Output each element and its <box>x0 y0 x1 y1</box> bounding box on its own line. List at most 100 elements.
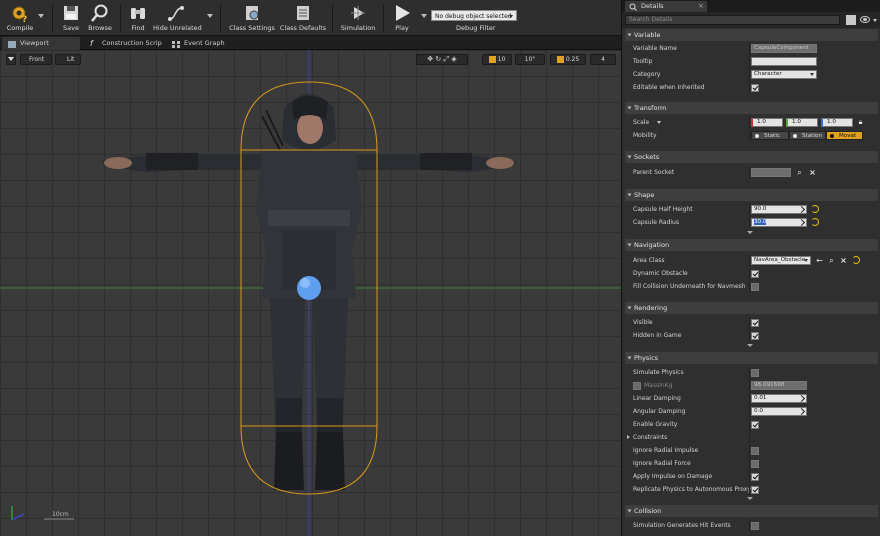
mass-field[interactable]: 98.091698 <box>751 381 807 390</box>
mobility-stationary-label: Station <box>802 133 822 139</box>
visible-checkbox[interactable] <box>751 319 759 327</box>
scale-x-field[interactable]: 1.0 <box>751 118 783 127</box>
viewport-options-button[interactable] <box>6 54 16 65</box>
class-settings-button[interactable]: Class Settings <box>228 0 276 36</box>
row-category: Category Character <box>625 68 878 81</box>
clear-icon[interactable]: × <box>808 168 817 177</box>
simulate-physics-checkbox[interactable] <box>751 369 759 377</box>
close-icon[interactable]: × <box>698 1 704 12</box>
mobility-stationary-button[interactable]: Station <box>789 131 826 140</box>
category-shape[interactable]: Shape <box>625 189 878 201</box>
replicate-physics-checkbox[interactable] <box>751 486 759 494</box>
reset-to-default-icon[interactable] <box>852 256 860 264</box>
ignore-radial-force-checkbox[interactable] <box>751 460 759 468</box>
category-shape-label: Shape <box>634 191 655 199</box>
view-mode-front-button[interactable]: Front <box>20 54 52 65</box>
category-navigation[interactable]: Navigation <box>625 239 878 251</box>
class-defaults-button[interactable]: Class Defaults <box>279 0 327 36</box>
capsule-radius-field[interactable]: 30.0 <box>751 218 807 227</box>
parent-socket-field[interactable] <box>751 168 791 177</box>
angular-damping-field[interactable]: 0.0 <box>751 407 807 416</box>
category-collision[interactable]: Collision <box>625 505 878 517</box>
view-options-arrow[interactable] <box>873 19 877 22</box>
mobility-movable-button[interactable]: Movat <box>826 131 863 140</box>
reset-to-default-icon[interactable] <box>811 218 819 226</box>
clear-icon[interactable]: × <box>839 256 848 265</box>
column-divider <box>749 457 750 470</box>
compile-button[interactable]: ? Compile <box>3 0 37 36</box>
apply-impulse-label: Apply Impulse on Damage <box>633 473 713 480</box>
scale-z-field[interactable]: 1.0 <box>821 118 853 127</box>
tab-viewport-label: Viewport <box>20 39 49 47</box>
svg-text:?: ? <box>22 15 27 23</box>
transform-tools-group[interactable]: ✥ ↻ ⤢ ◈ <box>416 54 468 65</box>
mobility-static-button[interactable]: Static <box>751 131 789 140</box>
fill-collision-checkbox[interactable] <box>751 283 759 291</box>
tab-viewport[interactable]: Viewport <box>2 37 80 50</box>
area-class-dropdown[interactable]: NavArea_Obstacle <box>751 256 811 265</box>
scale-snap-button[interactable]: 0.25 <box>550 54 586 65</box>
capsule-half-height-field[interactable]: 90.0 <box>751 205 807 214</box>
expand-arrow-icon[interactable] <box>627 435 630 439</box>
category-physics[interactable]: Physics <box>625 352 878 364</box>
hide-unrelated-button[interactable]: Hide Unrelated <box>153 0 202 36</box>
details-tab-label: Details <box>641 2 664 10</box>
simulation-button[interactable]: Simulation <box>339 0 377 36</box>
debug-filter-label: Debug Filter <box>456 24 496 32</box>
browse-label: Browse <box>88 24 112 32</box>
use-selected-arrow-icon[interactable]: ← <box>815 256 824 265</box>
rendering-advanced-expander[interactable] <box>746 344 754 349</box>
find-button[interactable]: Find <box>124 0 152 36</box>
row-apply-impulse: Apply Impulse on Damage <box>625 470 878 483</box>
debug-object-select[interactable]: No debug object selected <box>431 10 517 21</box>
dynamic-obstacle-checkbox[interactable] <box>751 270 759 278</box>
scale-label: 10cm <box>52 511 69 518</box>
category-rendering[interactable]: Rendering <box>625 302 878 314</box>
physics-advanced-expander[interactable] <box>746 497 754 502</box>
play-button[interactable]: Play <box>388 0 416 36</box>
scale-y-field[interactable]: 1.0 <box>786 118 818 127</box>
tab-construction-script[interactable]: f Construction Scrip <box>84 37 164 50</box>
column-divider <box>749 470 750 483</box>
apply-impulse-checkbox[interactable] <box>751 473 759 481</box>
column-divider <box>749 392 750 405</box>
viewport[interactable]: Front Lit ✥ ↻ ⤢ ◈ 10 10° 0.25 4 10cm <box>0 50 621 536</box>
blueprint-editor: ? Compile Save Browse Find Hide Unrelate… <box>0 0 880 536</box>
tooltip-field[interactable] <box>751 57 817 66</box>
shape-advanced-expander[interactable] <box>746 231 754 236</box>
category-variable[interactable]: Variable <box>625 29 878 41</box>
variable-name-field[interactable]: CapsuleComponent <box>751 44 817 53</box>
row-ignore-radial-impulse: Ignore Radial Impulse <box>625 444 878 457</box>
lit-mode-button[interactable]: Lit <box>55 54 81 65</box>
browse-icon[interactable]: ⌕ <box>827 256 836 265</box>
reset-to-default-icon[interactable] <box>811 205 819 213</box>
search-details-input[interactable]: Search Details <box>625 15 840 25</box>
ignore-radial-impulse-checkbox[interactable] <box>751 447 759 455</box>
enable-gravity-checkbox[interactable] <box>751 421 759 429</box>
editable-inherited-checkbox[interactable] <box>751 84 759 92</box>
hidden-in-game-checkbox[interactable] <box>751 332 759 340</box>
search-icon[interactable]: ⌕ <box>795 168 804 177</box>
play-options-arrow[interactable] <box>421 14 427 18</box>
hide-unrelated-options-arrow[interactable] <box>207 14 213 18</box>
property-matrix-icon[interactable] <box>846 15 856 25</box>
scale-mode-arrow[interactable] <box>657 121 661 124</box>
category-transform[interactable]: Transform <box>625 102 878 114</box>
mass-override-checkbox[interactable] <box>633 382 641 390</box>
grid-snap-button[interactable]: 10 <box>482 54 512 65</box>
row-constraints[interactable]: Constraints <box>625 431 878 444</box>
camera-speed-button[interactable]: 4 <box>590 54 616 65</box>
tab-details[interactable]: Details × <box>625 1 707 12</box>
compile-options-arrow[interactable] <box>38 14 44 18</box>
save-button[interactable]: Save <box>58 0 84 36</box>
eye-icon[interactable] <box>860 16 870 23</box>
component-sphere[interactable] <box>297 276 321 300</box>
category-dropdown[interactable]: Character <box>751 70 817 79</box>
sim-hit-events-checkbox[interactable] <box>751 522 759 530</box>
rotation-snap-button[interactable]: 10° <box>515 54 545 65</box>
category-sockets[interactable]: Sockets <box>625 151 878 163</box>
lock-icon[interactable]: 🔒︎ <box>856 118 865 127</box>
linear-damping-field[interactable]: 0.01 <box>751 394 807 403</box>
browse-button[interactable]: Browse <box>86 0 114 36</box>
tab-event-graph[interactable]: Event Graph <box>166 37 236 50</box>
